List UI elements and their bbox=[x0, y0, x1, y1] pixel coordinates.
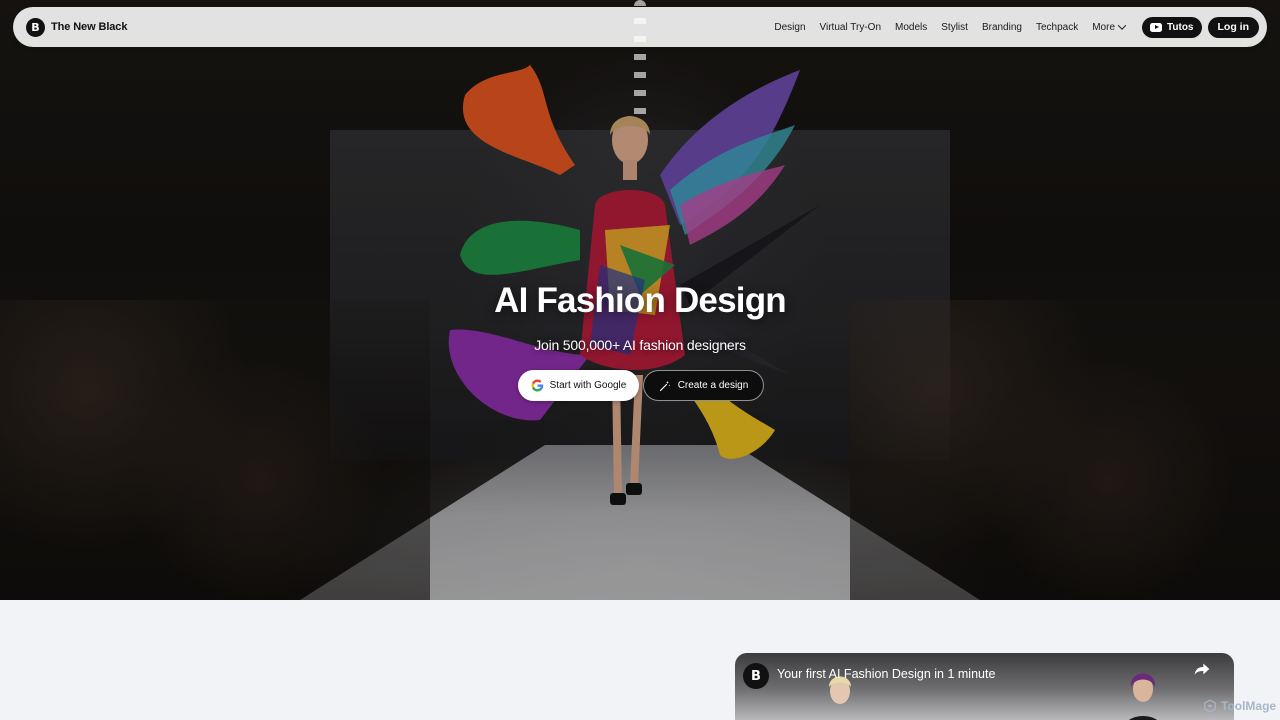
hero-section: AI Fashion Design Join 500,000+ AI fashi… bbox=[0, 0, 1280, 600]
chevron-down-icon bbox=[1117, 21, 1127, 30]
nav-more-dropdown[interactable]: More bbox=[1085, 21, 1132, 33]
brand-name: The New Black bbox=[51, 21, 128, 33]
hexagon-logo-icon bbox=[1204, 699, 1216, 713]
video-player[interactable]: B Your first AI Fashion Design in 1 minu… bbox=[735, 653, 1234, 720]
create-design-button[interactable]: Create a design bbox=[643, 370, 764, 401]
video-thumbnail-person-right bbox=[1128, 673, 1158, 720]
brand-logo-icon: B bbox=[26, 17, 45, 37]
google-button-label: Start with Google bbox=[549, 380, 627, 391]
tutos-button[interactable]: Tutos bbox=[1142, 16, 1202, 38]
nav-link-virtual-try-on[interactable]: Virtual Try-On bbox=[813, 22, 889, 33]
login-button[interactable]: Log in bbox=[1207, 16, 1259, 38]
nav-link-branding[interactable]: Branding bbox=[975, 22, 1029, 33]
nav-link-design[interactable]: Design bbox=[767, 22, 812, 33]
start-with-google-button[interactable]: Start with Google bbox=[518, 370, 639, 401]
nav-links: Design Virtual Try-On Models Stylist Bra… bbox=[767, 16, 1259, 38]
nav-link-models[interactable]: Models bbox=[888, 22, 934, 33]
share-icon[interactable] bbox=[1194, 662, 1210, 676]
watermark-label: ToolMage bbox=[1221, 699, 1277, 713]
video-title[interactable]: Your first AI Fashion Design in 1 minute bbox=[777, 667, 995, 681]
brand-home-link[interactable]: B The New Black bbox=[26, 17, 128, 37]
nav-link-stylist[interactable]: Stylist bbox=[934, 22, 975, 33]
create-button-label: Create a design bbox=[677, 380, 749, 391]
nav-more-label: More bbox=[1092, 21, 1116, 33]
video-channel-logo[interactable]: B bbox=[743, 663, 769, 689]
hero-subtitle: Join 500,000+ AI fashion designers bbox=[534, 337, 746, 353]
cta-row: Start with Google Create a design bbox=[518, 370, 764, 401]
magic-wand-icon bbox=[659, 380, 671, 391]
google-icon bbox=[531, 379, 543, 392]
youtube-icon bbox=[1150, 22, 1163, 32]
nav-link-techpack[interactable]: Techpack bbox=[1029, 22, 1085, 33]
tutos-label: Tutos bbox=[1167, 21, 1194, 33]
top-navigation: B The New Black Design Virtual Try-On Mo… bbox=[13, 7, 1267, 47]
hero-title: AI Fashion Design bbox=[494, 281, 787, 320]
toolmage-watermark: ToolMage bbox=[1203, 699, 1276, 713]
